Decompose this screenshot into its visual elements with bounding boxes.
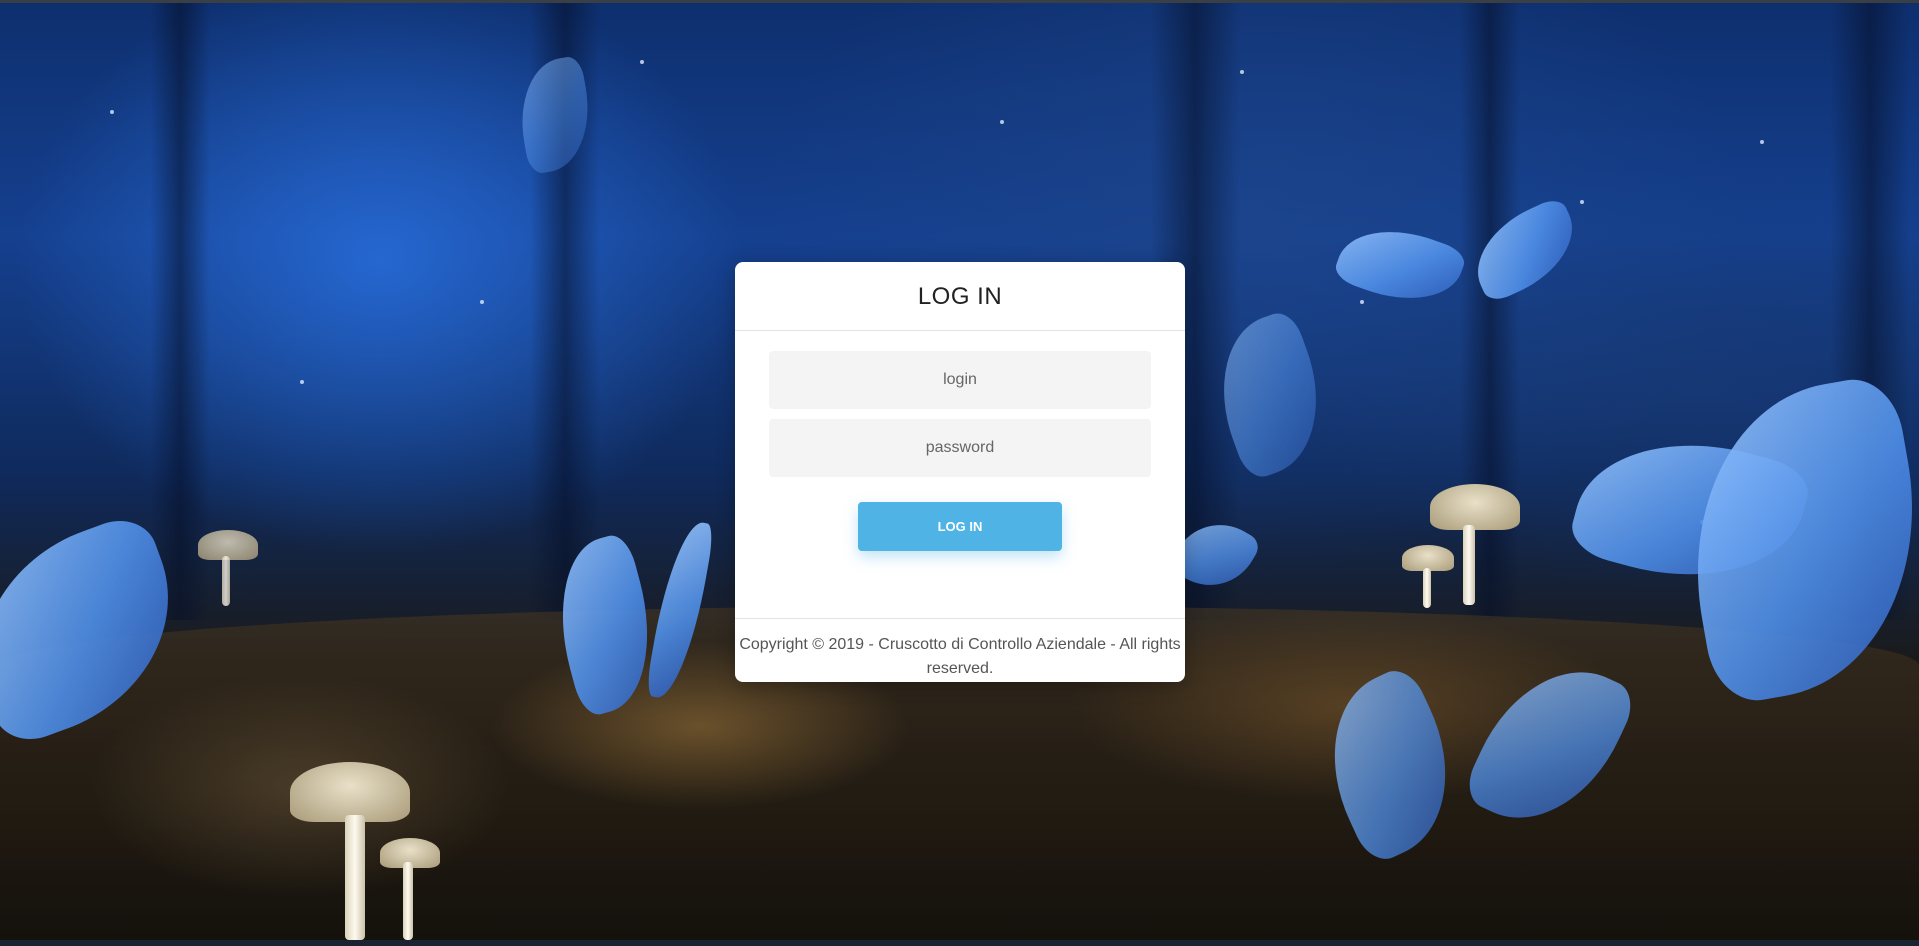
- butterfly-wing: [1331, 211, 1469, 319]
- submit-wrap: LOG IN: [769, 502, 1151, 551]
- mushroom-icon: [290, 762, 410, 822]
- login-button[interactable]: LOG IN: [858, 502, 1062, 551]
- login-form: LOG IN: [735, 331, 1185, 551]
- card-header: LOG IN: [735, 262, 1185, 331]
- login-input[interactable]: [769, 351, 1151, 409]
- copyright-footer: Copyright © 2019 - Cruscotto di Controll…: [735, 618, 1185, 682]
- mushroom-icon: [198, 530, 258, 560]
- mushroom-icon: [1402, 545, 1454, 571]
- login-page: LOG IN LOG IN Copyright © 2019 - Cruscot…: [0, 0, 1919, 946]
- login-card: LOG IN LOG IN Copyright © 2019 - Cruscot…: [735, 262, 1185, 682]
- top-border: [0, 0, 1919, 3]
- login-title: LOG IN: [917, 283, 1003, 310]
- password-input[interactable]: [769, 419, 1151, 477]
- mushroom-icon: [1430, 484, 1520, 530]
- bottom-border: [0, 940, 1919, 946]
